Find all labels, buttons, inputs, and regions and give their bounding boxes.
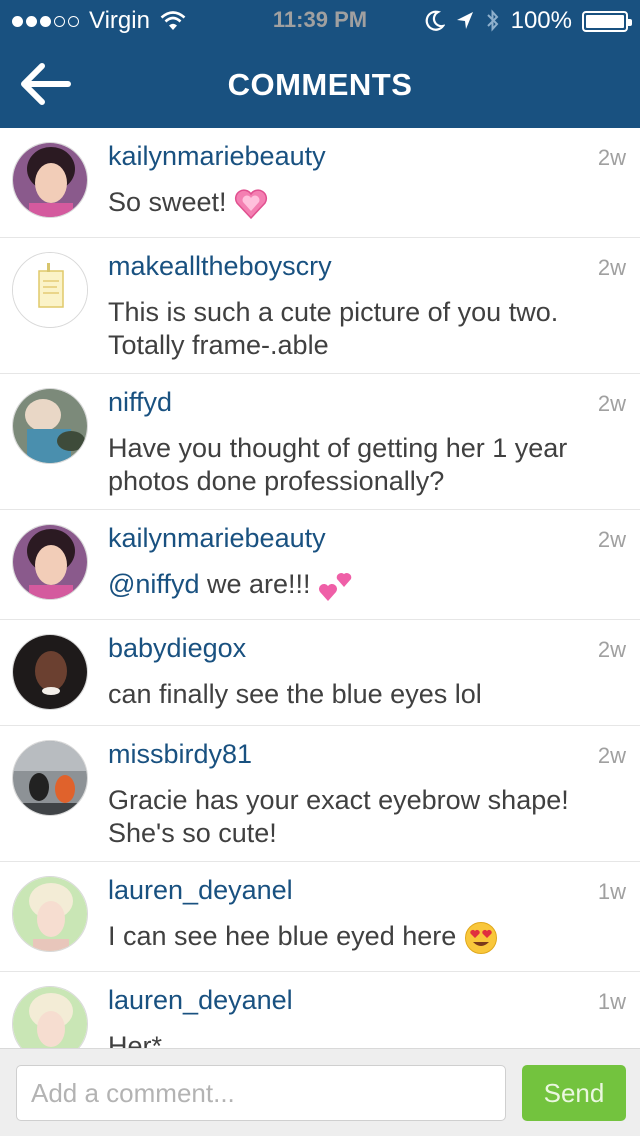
avatar[interactable] [12,634,88,710]
avatar[interactable] [12,388,88,464]
comment-composer: Send [0,1048,640,1136]
comment-time: 2w [597,743,626,768]
status-bar: Virgin 11:39 PM 100% [0,0,640,40]
comment-time: 2w [597,527,626,552]
avatar[interactable] [12,876,88,952]
comments-list[interactable]: kailynmariebeauty 2w So sweet! makeallth… [0,128,640,1048]
page-title: COMMENTS [227,67,413,102]
avatar[interactable] [12,986,88,1048]
comment-input[interactable] [16,1065,506,1121]
nav-bar: COMMENTS [0,40,640,128]
comment-username[interactable]: kailynmariebeauty [108,141,326,172]
avatar[interactable] [12,524,88,600]
status-right: 100% [425,7,632,35]
comment-time: 2w [597,255,626,280]
top-bar: Virgin 11:39 PM 100% COMMENTS [0,0,640,128]
send-button[interactable]: Send [522,1065,626,1121]
comment-item: niffyd 2w Have you thought of getting he… [0,374,640,510]
comment-username[interactable]: niffyd [108,387,172,418]
comment-text: can finally see the blue eyes lol [108,679,482,709]
avatar[interactable] [12,142,88,218]
comment-item: lauren_deyanel 1w I can see hee blue eye… [0,862,640,972]
comment-item: missbirdy81 2w Gracie has your exact eye… [0,726,640,862]
comment-time: 2w [597,391,626,416]
comment-text: This is such a cute picture of you two. … [108,297,559,360]
comment-username[interactable]: makealltheboyscry [108,251,332,282]
comment-text: Gracie has your exact eyebrow shape! She… [108,785,569,848]
two-hearts-icon [319,572,352,601]
comment-item: kailynmariebeauty 2w @niffyd we are!!! [0,510,640,620]
heart-icon [235,189,268,219]
comment-username[interactable]: lauren_deyanel [108,875,293,906]
comment-mention[interactable]: @niffyd [108,569,199,599]
moon-icon [425,10,445,31]
comment-username[interactable]: missbirdy81 [108,739,252,770]
bluetooth-icon [486,9,498,32]
avatar[interactable] [12,252,88,328]
comment-username[interactable]: babydiegox [108,633,246,664]
comment-time: 2w [597,145,626,170]
comment-item: lauren_deyanel 1w Her* [0,972,640,1048]
comment-time: 1w [597,989,626,1014]
location-arrow-icon [456,12,473,29]
comment-text: So sweet! [108,186,610,219]
avatar[interactable] [12,740,88,816]
comment-text: @niffyd we are!!! [108,568,610,603]
comment-time: 1w [597,879,626,904]
comment-text: Her* [108,1031,163,1048]
comment-item: makealltheboyscry 2w This is such a cute… [0,238,640,374]
comment-text: I can see hee blue eyed here [108,920,610,955]
comment-text: Have you thought of getting her 1 year p… [108,433,568,496]
comment-time: 2w [597,637,626,662]
heart-eyes-icon [464,921,497,954]
battery-percent: 100% [510,7,572,34]
comment-username[interactable]: kailynmariebeauty [108,523,326,554]
battery-icon [582,10,632,32]
comment-username[interactable]: lauren_deyanel [108,985,293,1016]
comment-item: kailynmariebeauty 2w So sweet! [0,128,640,238]
comment-item: babydiegox 2w can finally see the blue e… [0,620,640,726]
